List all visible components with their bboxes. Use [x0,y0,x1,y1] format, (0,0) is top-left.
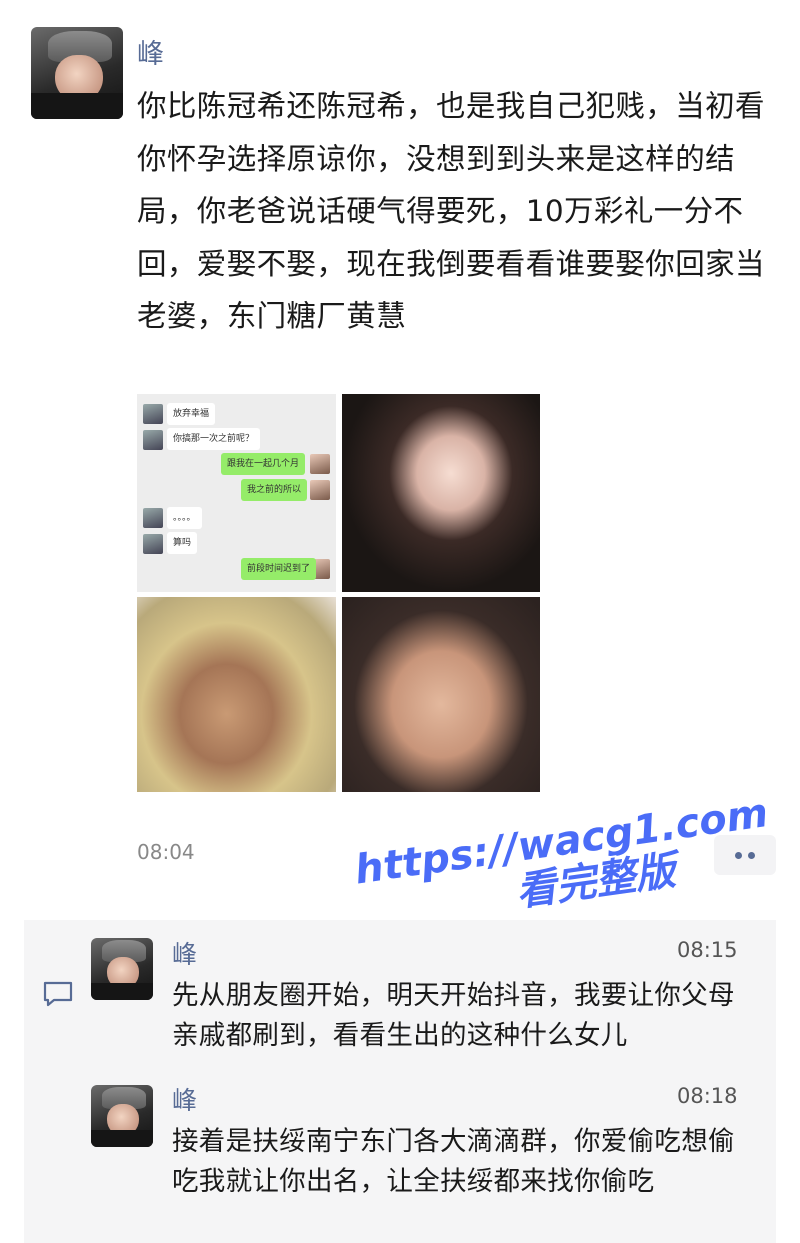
chat-avatar [143,508,163,528]
comment-text: 接着是扶绥南宁东门各大滴滴群，你爱偷吃想偷吃我就让你出名，让全扶绥都来找你偷吃 [172,1126,735,1197]
post-text: 你比陈冠希还陈冠希，也是我自己犯贱，当初看你怀孕选择原谅你，没想到到头来是这样的… [137,89,765,333]
chat-avatar [143,430,163,450]
comment-avatar[interactable] [91,1085,153,1147]
chat-avatar [143,404,163,424]
comment-icon [43,981,73,1007]
more-dot-icon [748,851,755,859]
chat-bubble: 算吗 [167,532,198,554]
post-image-selfie[interactable] [137,597,336,792]
avatar-coat [91,1129,153,1147]
post-image-selfie[interactable] [342,597,540,792]
chat-bubble: 我之前的所以 [241,479,308,501]
chat-bubble: 。。。。 [167,507,202,529]
chat-bubble: 放弃幸福 [167,403,216,425]
post-author-name[interactable]: 峰 [137,32,164,71]
chat-bubble: 跟我在一起几个月 [221,453,306,475]
post-time: 08:04 [137,840,195,864]
comment-avatar[interactable] [91,938,153,1000]
post-image-selfie[interactable] [342,394,540,592]
avatar-coat [91,982,153,1000]
chat-avatar [143,534,163,554]
chat-avatar [310,480,330,500]
comment-author-name[interactable]: 峰 [172,935,197,971]
more-dot-icon [735,851,742,859]
comment-time: 08:18 [677,1084,738,1108]
chat-avatar [310,454,330,474]
comment-time: 08:15 [677,938,738,962]
comment-text: 先从朋友圈开始，明天开始抖音，我要让你父母亲戚都刷到，看看生出的这种什么女儿 [172,980,735,1051]
comment-author-name[interactable]: 峰 [172,1081,197,1117]
author-avatar[interactable] [31,27,123,119]
chat-bubble: 前段时间迟到了 [241,558,317,580]
avatar-coat [31,93,123,119]
chat-bubble: 你搞那一次之前呢？ [167,428,261,450]
post-image-chat-screenshot[interactable]: 放弃幸福 你搞那一次之前呢？ 跟我在一起几个月 我之前的所以 。。。。 算吗 前… [137,394,336,592]
